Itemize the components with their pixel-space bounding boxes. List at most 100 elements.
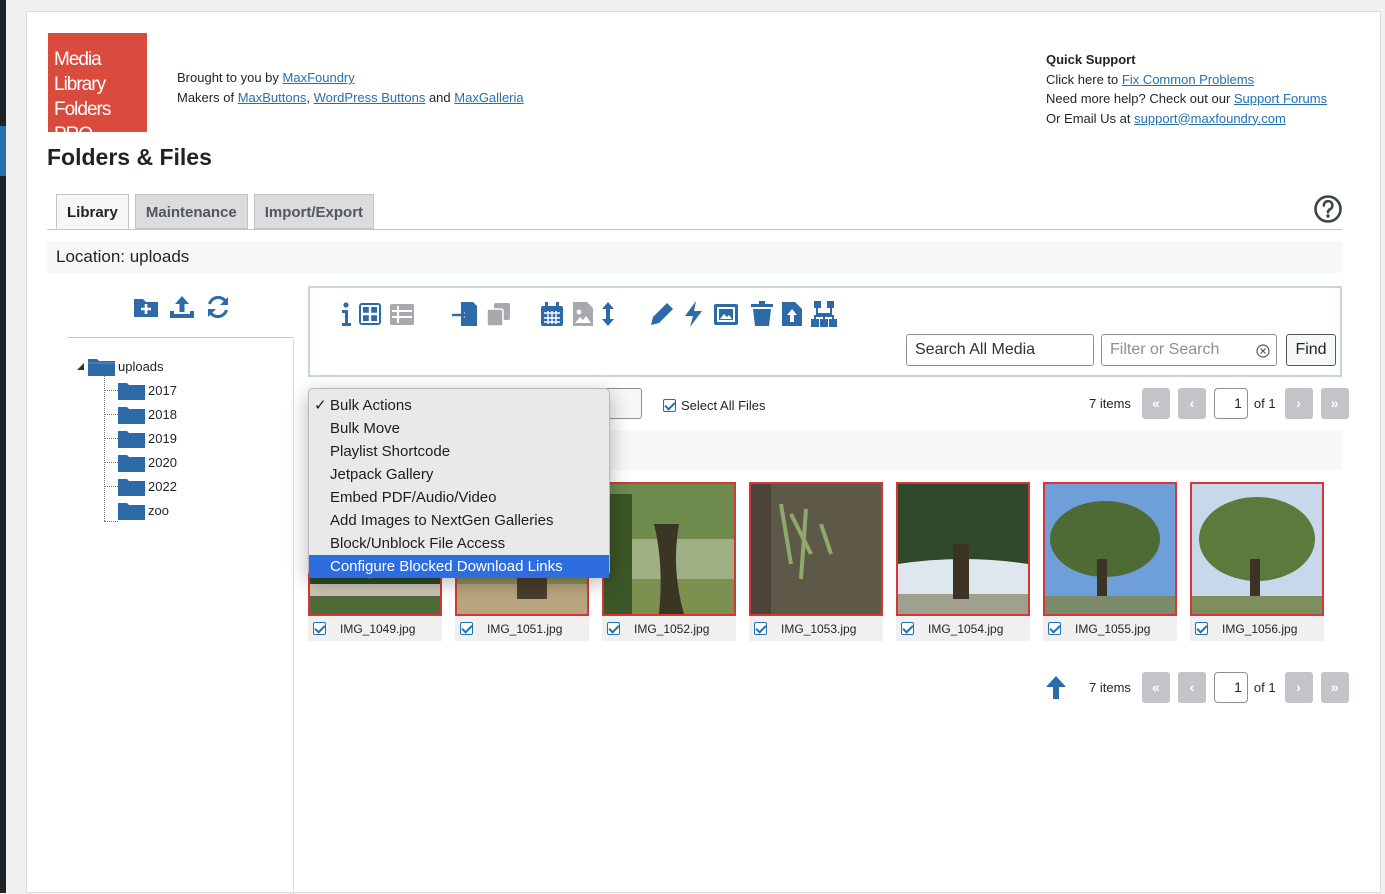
media-item[interactable]: IMG_1052.jpg <box>602 482 736 641</box>
maxbuttons-link[interactable]: MaxButtons <box>238 90 307 105</box>
filter-search-input[interactable]: Filter or Search <box>1101 334 1277 366</box>
sitemap-icon[interactable] <box>810 300 838 328</box>
pager-top: 7 items « ‹ 1 of 1 › » <box>1089 388 1353 419</box>
pager-bottom: 7 items « ‹ 1 of 1 › » <box>1089 672 1353 703</box>
thumbnail[interactable] <box>1190 482 1324 616</box>
bulk-option-playlist-shortcode[interactable]: Playlist Shortcode <box>309 440 609 463</box>
bulk-option-bulk-actions[interactable]: ✓ Bulk Actions <box>309 394 609 417</box>
item-checkbox[interactable] <box>313 622 326 635</box>
wordpress-buttons-link[interactable]: WordPress Buttons <box>314 90 426 105</box>
item-checkbox[interactable] <box>754 622 767 635</box>
image-sort-icon[interactable] <box>569 300 597 328</box>
option-label: Playlist Shortcode <box>330 443 451 460</box>
tree-folder-2017[interactable]: 2017 <box>118 379 177 401</box>
thumbnail[interactable] <box>602 482 736 616</box>
tree-label-uploads: uploads <box>118 358 164 374</box>
media-item[interactable]: IMG_1055.jpg <box>1043 482 1177 641</box>
clear-icon[interactable] <box>1256 344 1270 358</box>
item-filename: IMG_1054.jpg <box>928 621 1004 636</box>
media-item[interactable]: IMG_1056.jpg <box>1190 482 1324 641</box>
brought-text: Brought to you by <box>177 70 283 85</box>
tree-label: 2019 <box>148 430 177 446</box>
prev-page-button[interactable]: ‹ <box>1177 388 1206 419</box>
fix-problems-link[interactable]: Fix Common Problems <box>1122 72 1254 87</box>
upload-file-icon[interactable] <box>778 300 806 328</box>
item-checkbox[interactable] <box>460 622 473 635</box>
logo-line-2: Library <box>54 74 106 95</box>
find-button[interactable]: Find <box>1286 334 1336 366</box>
page-number-input[interactable]: 1 <box>1213 388 1248 419</box>
last-page-button[interactable]: » <box>1320 672 1349 703</box>
maxfoundry-link[interactable]: MaxFoundry <box>283 70 355 85</box>
thumbnail[interactable] <box>749 482 883 616</box>
sync-icon[interactable] <box>204 293 232 321</box>
photo-image <box>1192 484 1322 614</box>
select-all-files[interactable]: Select All Files <box>663 398 766 413</box>
admin-sidebar-edge <box>0 0 6 893</box>
maxgalleria-link[interactable]: MaxGalleria <box>454 90 523 105</box>
collapse-triangle-icon[interactable] <box>76 362 85 371</box>
move-icon[interactable] <box>451 300 479 328</box>
bulk-option-block-access[interactable]: Block/Unblock File Access <box>309 532 609 555</box>
item-checkbox[interactable] <box>607 622 620 635</box>
bulk-option-jetpack-gallery[interactable]: Jetpack Gallery <box>309 463 609 486</box>
media-item[interactable]: IMG_1053.jpg <box>749 482 883 641</box>
support-line3-text: Or Email Us at <box>1046 110 1135 126</box>
tab-import-export[interactable]: Import/Export <box>253 194 375 229</box>
bulk-option-bulk-move[interactable]: Bulk Move <box>309 417 609 440</box>
tab-maintenance[interactable]: Maintenance <box>134 194 248 229</box>
folder-icon <box>118 478 145 496</box>
tree-folder-zoo[interactable]: zoo <box>118 499 169 521</box>
admin-sidebar-active-marker <box>0 126 6 176</box>
media-item[interactable]: IMG_1054.jpg <box>896 482 1030 641</box>
support-email-link[interactable]: support@maxfoundry.com <box>1134 111 1286 126</box>
tree-folder-2019[interactable]: 2019 <box>118 427 177 449</box>
sort-order-icon[interactable] <box>594 300 622 328</box>
bulk-option-configure-blocked-links[interactable]: Configure Blocked Download Links <box>309 555 609 578</box>
tree-folder-2022[interactable]: 2022 <box>118 475 177 497</box>
tree-folder-2020[interactable]: 2020 <box>118 451 177 473</box>
main-panel: Media Library Folders PRO Brought to you… <box>26 11 1381 894</box>
thumbnail[interactable] <box>1043 482 1177 616</box>
select-all-label: Select All Files <box>681 398 766 413</box>
page-number-input[interactable]: 1 <box>1213 672 1248 703</box>
plugin-logo: Media Library Folders PRO <box>48 33 147 145</box>
logo-line-1: Media <box>54 49 102 70</box>
grid-view-icon[interactable] <box>356 300 384 328</box>
copy-icon[interactable] <box>484 300 512 328</box>
tab-bar: Library Maintenance Import/Export <box>56 194 375 229</box>
select-all-checkbox[interactable] <box>663 399 676 412</box>
search-all-media-input[interactable]: Search All Media <box>906 334 1094 366</box>
item-checkbox[interactable] <box>1195 622 1208 635</box>
next-page-button[interactable]: › <box>1284 672 1313 703</box>
tree-root-uploads[interactable]: uploads <box>76 355 164 377</box>
support-forums-link[interactable]: Support Forums <box>1234 91 1327 106</box>
delete-icon[interactable] <box>748 300 776 328</box>
photo-image <box>898 484 1028 614</box>
replace-image-icon[interactable] <box>712 300 740 328</box>
tree-folder-2018[interactable]: 2018 <box>118 403 177 425</box>
first-page-button[interactable]: « <box>1141 672 1170 703</box>
regenerate-icon[interactable] <box>680 300 708 328</box>
tab-library[interactable]: Library <box>56 194 129 229</box>
bulk-actions-dropdown[interactable]: ✓ Bulk Actions Bulk Move Playlist Shortco… <box>308 388 610 578</box>
item-filename: IMG_1049.jpg <box>340 621 416 636</box>
prev-page-button[interactable]: ‹ <box>1177 672 1206 703</box>
item-filename: IMG_1051.jpg <box>487 621 563 636</box>
thumbnail[interactable] <box>896 482 1030 616</box>
bulk-option-nextgen[interactable]: Add Images to NextGen Galleries <box>309 509 609 532</box>
back-to-top-arrow-icon[interactable] <box>1043 674 1069 700</box>
next-page-button[interactable]: › <box>1284 388 1313 419</box>
rename-icon[interactable] <box>648 300 676 328</box>
bulk-option-embed[interactable]: Embed PDF/Audio/Video <box>309 486 609 509</box>
add-folder-icon[interactable] <box>132 293 160 321</box>
item-checkbox[interactable] <box>901 622 914 635</box>
list-view-icon[interactable] <box>388 300 416 328</box>
help-icon[interactable] <box>1313 194 1343 224</box>
calendar-sort-icon[interactable] <box>538 300 566 328</box>
item-checkbox[interactable] <box>1048 622 1061 635</box>
upload-icon[interactable] <box>168 293 196 321</box>
item-filename: IMG_1056.jpg <box>1222 621 1298 636</box>
last-page-button[interactable]: » <box>1320 388 1349 419</box>
first-page-button[interactable]: « <box>1141 388 1170 419</box>
